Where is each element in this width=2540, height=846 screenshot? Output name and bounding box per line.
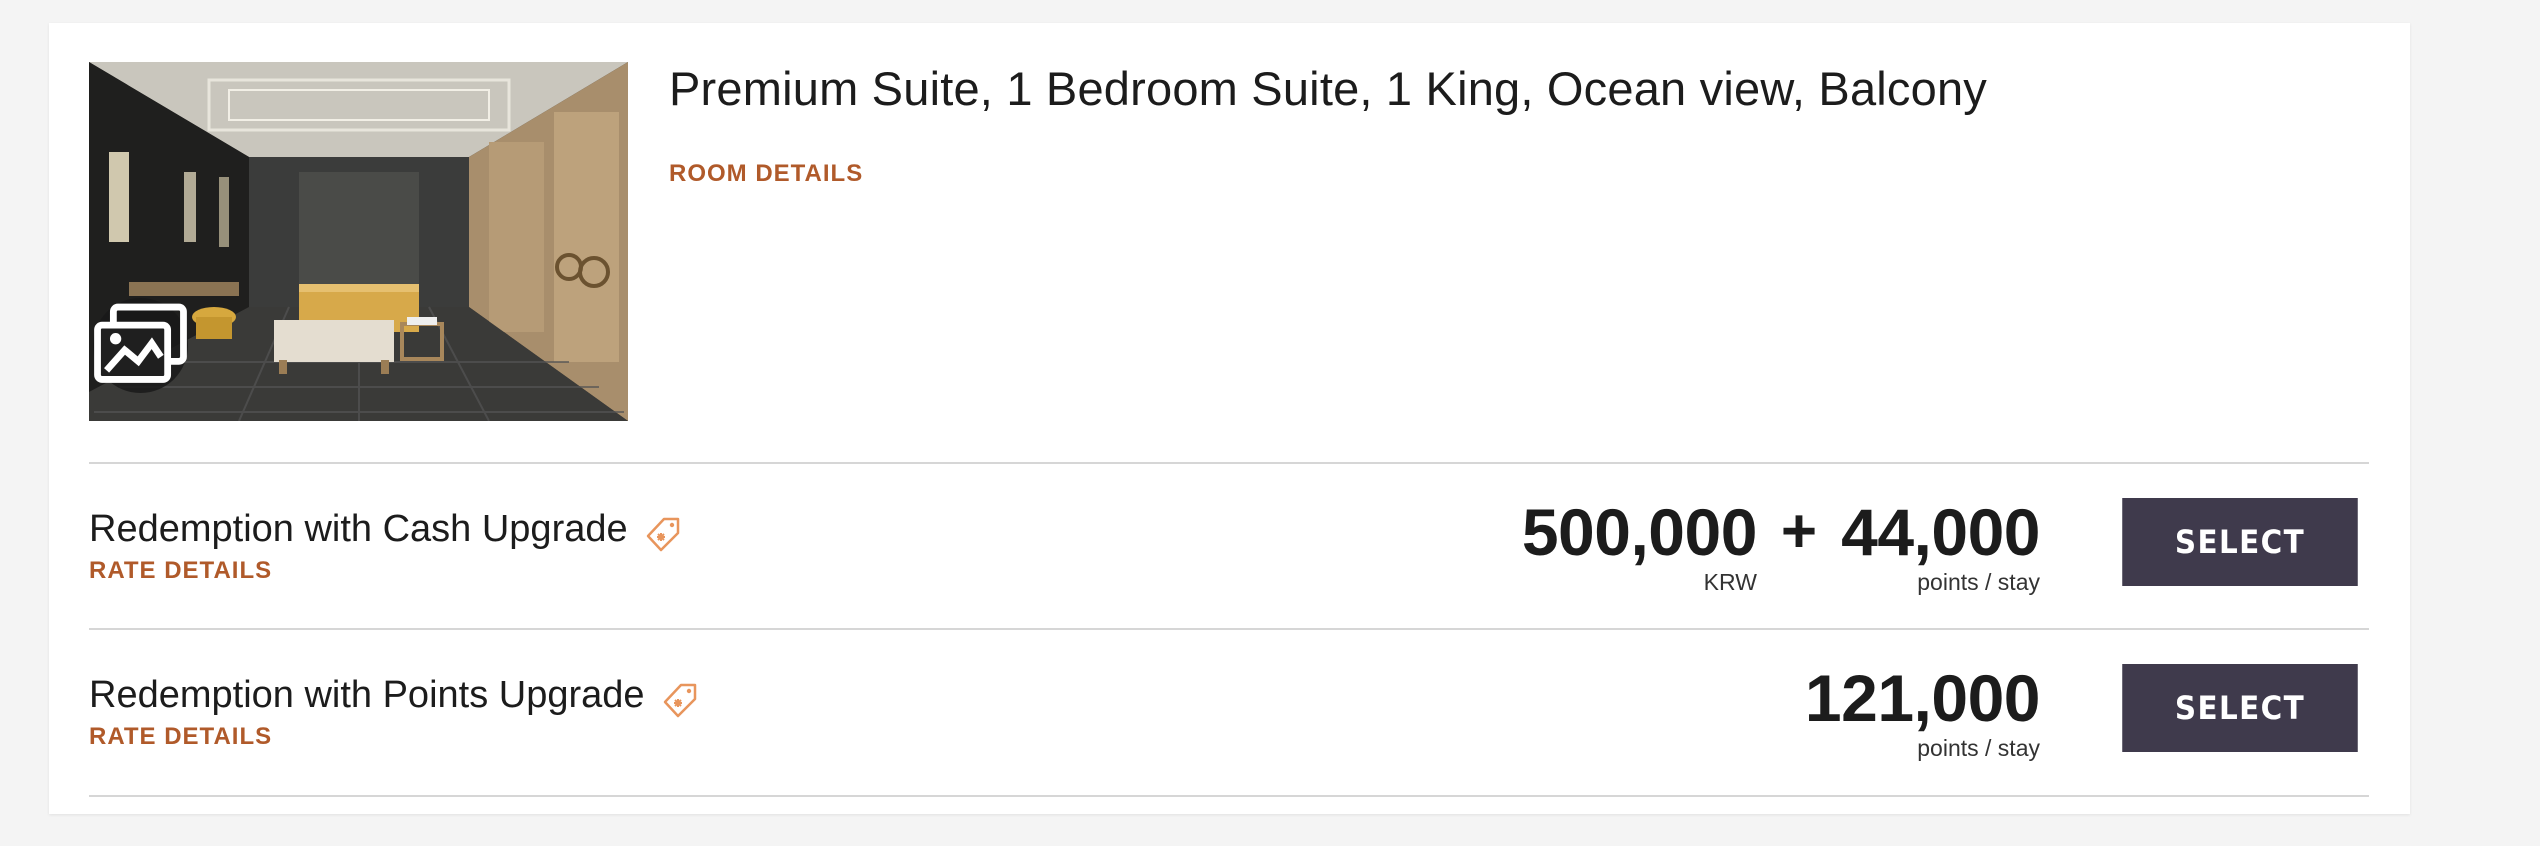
points-unit: points / stay bbox=[1917, 735, 2040, 761]
plus-sign: + bbox=[1780, 497, 1818, 566]
price-tag-icon bbox=[661, 680, 701, 720]
rate-row-cash-upgrade: Redemption with Cash Upgrade RATE DETAIL… bbox=[49, 464, 2410, 629]
gallery-button[interactable] bbox=[93, 298, 188, 393]
points-price: 44,000 points / stay bbox=[1841, 497, 2040, 596]
points-unit: points / stay bbox=[1917, 569, 2040, 595]
rate-details-link[interactable]: RATE DETAILS bbox=[89, 557, 272, 585]
rate-name-label: Redemption with Cash Upgrade bbox=[89, 507, 628, 550]
room-title: Premium Suite, 1 Bedroom Suite, 1 King, … bbox=[669, 62, 1988, 115]
price: 121,000 points / stay bbox=[1804, 661, 2041, 762]
rate-name-label: Redemption with Points Upgrade bbox=[89, 673, 645, 716]
room-card: Premium Suite, 1 Bedroom Suite, 1 King, … bbox=[49, 23, 2410, 814]
rate-name: Redemption with Points Upgrade bbox=[89, 670, 701, 720]
room-details-link[interactable]: ROOM DETAILS bbox=[669, 160, 863, 188]
room-photo[interactable] bbox=[89, 62, 628, 421]
cash-currency: KRW bbox=[1703, 569, 1757, 595]
rate-name: Redemption with Cash Upgrade bbox=[89, 504, 684, 554]
price-tag-icon bbox=[644, 514, 684, 554]
cash-price: 500,000 KRW bbox=[1521, 495, 1758, 596]
points-amount: 121,000 bbox=[1804, 661, 2041, 735]
rate-row-points-upgrade: Redemption with Points Upgrade RATE DETA… bbox=[49, 630, 2410, 795]
points-price: 121,000 points / stay bbox=[1804, 661, 2041, 762]
price: 500,000 KRW + 44,000 points / stay bbox=[1521, 495, 2041, 596]
cash-amount: 500,000 bbox=[1521, 495, 1758, 569]
select-button[interactable]: SELECT bbox=[2122, 664, 2358, 752]
gallery-icon bbox=[94, 303, 187, 383]
rate-details-link[interactable]: RATE DETAILS bbox=[89, 723, 272, 751]
select-button[interactable]: SELECT bbox=[2122, 498, 2358, 586]
divider bbox=[89, 795, 2369, 797]
points-amount: 44,000 bbox=[1841, 495, 2040, 569]
